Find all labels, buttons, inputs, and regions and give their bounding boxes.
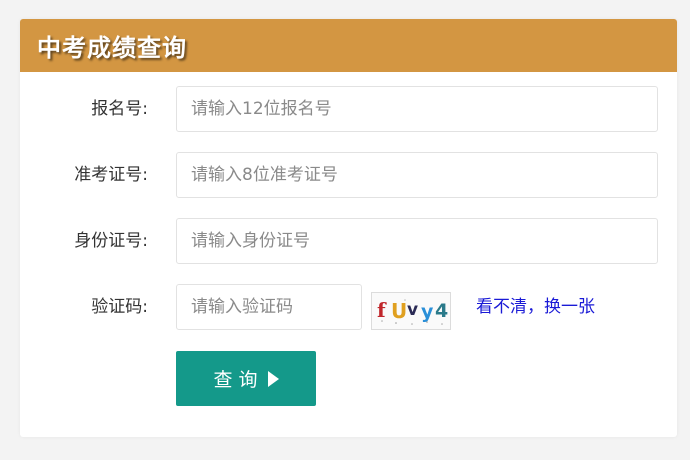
admission-label: 准考证号: <box>74 165 148 185</box>
registration-label: 报名号: <box>91 99 148 119</box>
admission-number-input[interactable] <box>176 152 658 198</box>
play-icon <box>267 370 279 387</box>
captcha-image[interactable]: f U v y 4 <box>371 292 451 330</box>
captcha-label: 验证码: <box>91 297 148 317</box>
refresh-captcha-link[interactable]: 看不清，换一张 <box>476 284 595 330</box>
score-query-panel: 中考成绩查询 报名号: 准考证号: 身份证号: 验证码: f U v y <box>20 19 677 437</box>
panel-header: 中考成绩查询 <box>20 19 677 72</box>
captcha-char: 4 <box>435 300 448 322</box>
captcha-graphic: f U v y 4 <box>377 298 448 325</box>
id-card-input[interactable] <box>176 218 658 264</box>
id-card-label: 身份证号: <box>74 231 148 251</box>
captcha-char: y <box>421 301 434 323</box>
query-button[interactable]: 查询 <box>176 351 316 406</box>
registration-number-input[interactable] <box>176 86 658 132</box>
query-button-label: 查询 <box>213 369 264 391</box>
captcha-char: f <box>377 298 387 322</box>
page-title: 中考成绩查询 <box>37 34 187 62</box>
captcha-char: v <box>407 300 418 320</box>
captcha-input[interactable] <box>176 284 362 330</box>
captcha-char: U <box>391 299 407 323</box>
